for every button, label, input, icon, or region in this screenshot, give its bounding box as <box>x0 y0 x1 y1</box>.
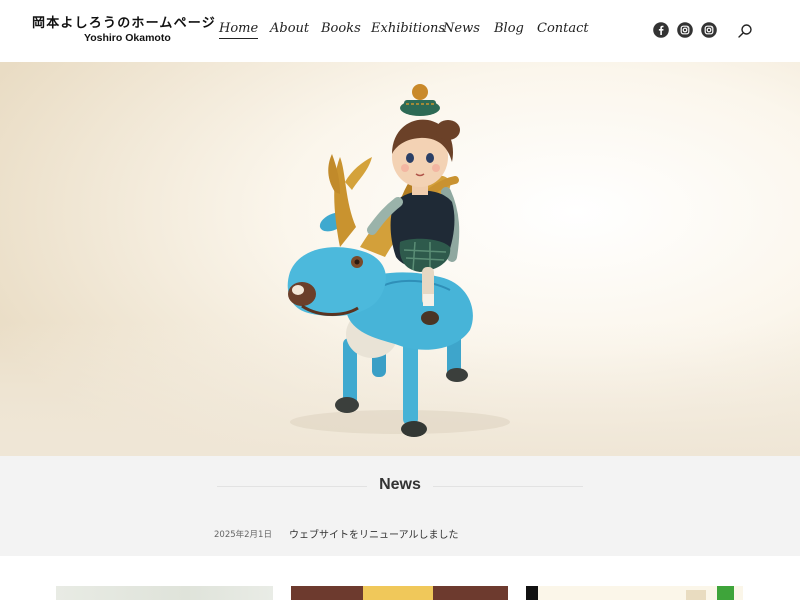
nav-item-blog[interactable]: Blog <box>494 20 524 38</box>
card-badge <box>717 586 734 600</box>
card-thumbnail[interactable] <box>56 586 273 600</box>
logo-japanese-title: 岡本よしろうのホームページ <box>32 16 216 31</box>
hero-image <box>0 62 800 456</box>
facebook-icon[interactable] <box>653 22 669 38</box>
news-date: 2025年2月1日 <box>214 530 272 540</box>
search-button[interactable] <box>736 22 754 40</box>
nav-item-about[interactable]: About <box>270 20 309 38</box>
card-thumbnail[interactable] <box>291 586 508 600</box>
instagram-icon[interactable] <box>677 22 693 38</box>
nav-item-books[interactable]: Books <box>321 20 361 38</box>
nav-item-contact[interactable]: Contact <box>537 20 589 38</box>
news-link[interactable]: ウェブサイトをリニューアルしました <box>289 526 459 541</box>
card-artwork <box>526 586 538 600</box>
news-item: 2025年2月1日 ウェブサイトをリニューアルしました <box>214 526 614 542</box>
news-heading: News <box>0 476 800 494</box>
search-icon <box>738 24 752 38</box>
nav-item-exhibitions[interactable]: Exhibitions <box>371 20 445 38</box>
site-logo[interactable]: 岡本よしろうのホームページ Yoshiro Okamoto <box>32 16 216 48</box>
nav-item-home[interactable]: Home <box>219 20 259 39</box>
card-thumbnail[interactable] <box>526 586 743 600</box>
featured-cards <box>0 556 800 600</box>
instagram-icon[interactable] <box>701 22 717 38</box>
logo-english-name: Yoshiro Okamoto <box>84 32 171 44</box>
nav-item-news[interactable]: News <box>443 20 480 38</box>
card-artwork <box>686 590 706 600</box>
sculpture-photo <box>0 62 800 456</box>
site-header: 岡本よしろうのホームページ Yoshiro Okamoto Home About… <box>0 0 800 62</box>
news-section: News 2025年2月1日 ウェブサイトをリニューアルしました <box>0 456 800 556</box>
card-artwork <box>363 586 433 600</box>
